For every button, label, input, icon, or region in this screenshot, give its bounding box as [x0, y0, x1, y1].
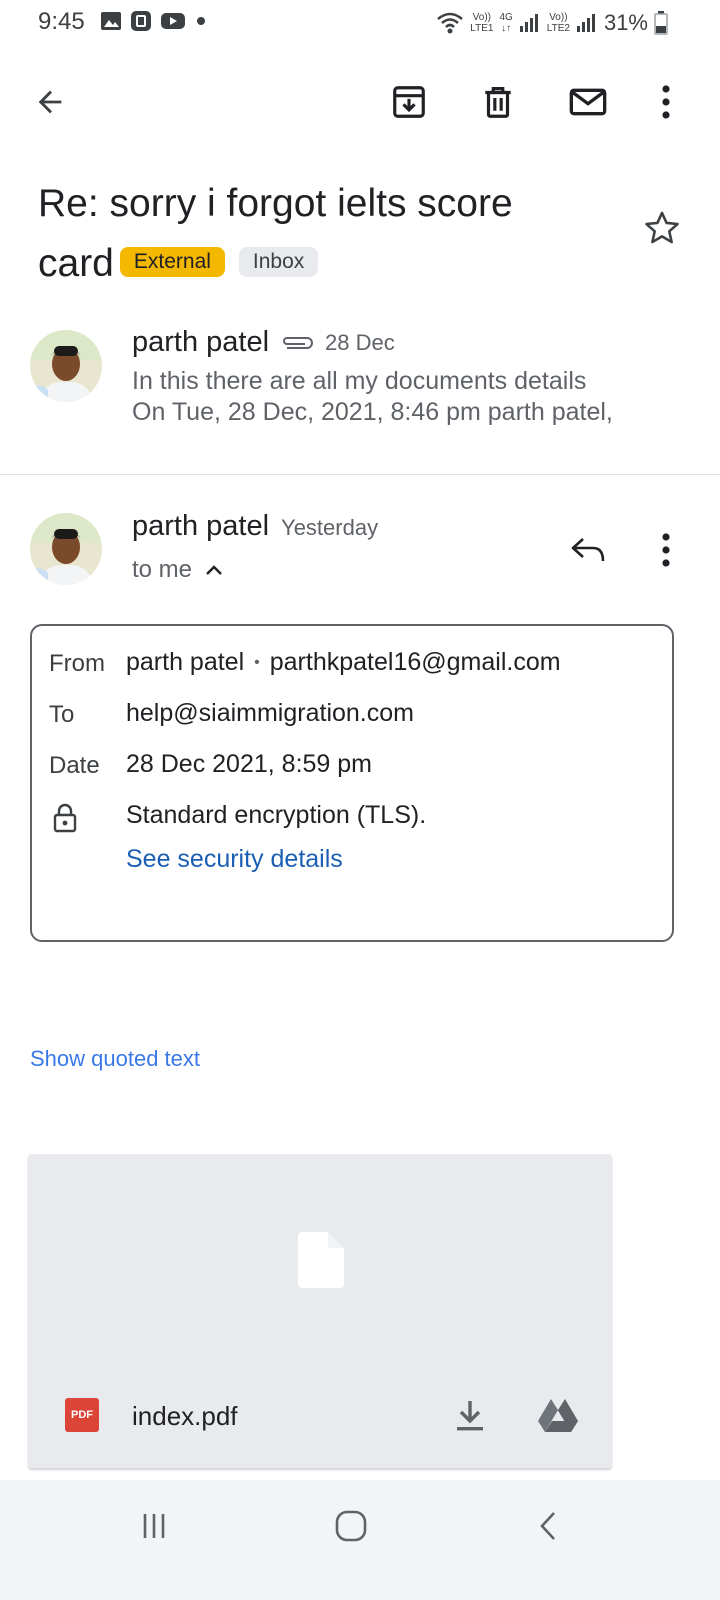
status-right: Vo)) LTE1 4G ↓↑ Vo)) LTE2 31%: [436, 10, 668, 36]
message-date: Yesterday: [281, 515, 379, 540]
dot-icon: [197, 17, 205, 25]
message-snippet: In this there are all my documents detai…: [132, 366, 613, 428]
drive-icon: [538, 1399, 578, 1432]
subject-line-1: Re: sorry i forgot ielts score: [38, 182, 513, 225]
sender-name: parth patel: [132, 326, 270, 358]
snippet-line-1: In this there are all my documents detai…: [132, 367, 587, 395]
back-nav-button[interactable]: [520, 1498, 576, 1554]
pdf-icon: PDF: [65, 1398, 99, 1432]
date-value: 28 Dec 2021, 8:59 pm: [126, 750, 372, 778]
attachment-clip-icon: [283, 336, 313, 349]
date-label: Date: [49, 752, 100, 779]
more-options-button[interactable]: [638, 74, 694, 130]
back-button[interactable]: [22, 74, 78, 130]
recent-apps-icon: [143, 1514, 165, 1538]
security-details-link[interactable]: See security details: [126, 845, 343, 874]
more-vert-icon: [662, 533, 670, 567]
message-details-panel: From parth patel • parthkpatel16@gmail.c…: [30, 624, 674, 942]
from-label: From: [49, 650, 105, 677]
message-date: 28 Dec: [325, 329, 395, 355]
recent-apps-button[interactable]: [126, 1498, 182, 1554]
home-button[interactable]: [323, 1498, 379, 1554]
avatar-photo-icon: [30, 330, 102, 402]
app-icon: [131, 11, 151, 31]
pdf-badge-label: PDF: [71, 1409, 93, 1421]
delete-button[interactable]: [470, 74, 526, 130]
from-email: parthkpatel16@gmail.com: [269, 648, 561, 676]
email-subject: Re: sorry i forgot ielts score card Exter…: [38, 174, 608, 294]
attachment-card[interactable]: PDF index.pdf: [28, 1154, 612, 1468]
star-button[interactable]: [634, 200, 690, 256]
reply-button[interactable]: [560, 522, 616, 578]
status-bar: 9:45 Vo)) LTE1 4G ↓↑ Vo)) LTE2 31%: [0, 0, 720, 44]
gallery-icon: [101, 12, 121, 30]
show-quoted-text-link[interactable]: Show quoted text: [30, 1046, 200, 1072]
star-outline-icon: [645, 211, 679, 244]
trash-icon: [485, 86, 511, 118]
recipient-summary: to me: [132, 556, 193, 583]
wifi-icon: [437, 12, 464, 34]
separator-dot: •: [254, 653, 260, 671]
archive-button[interactable]: [381, 74, 437, 130]
download-button[interactable]: [442, 1387, 498, 1443]
network-label: 4G ↓↑: [499, 12, 513, 34]
to-value: help@siaimmigration.com: [126, 699, 414, 727]
encryption-text: Standard encryption (TLS).: [126, 801, 427, 829]
lte2-label: Vo)) LTE2: [546, 12, 570, 34]
message-header: parth patel 28 Dec: [132, 326, 395, 359]
lock-icon: [53, 803, 77, 833]
from-value: parth patel • parthkpatel16@gmail.com: [126, 648, 561, 677]
more-vert-icon: [662, 85, 670, 119]
label-inbox-chip[interactable]: Inbox: [238, 246, 319, 277]
youtube-icon: [161, 13, 185, 29]
avatar: [30, 330, 102, 402]
avatar-photo-icon: [30, 513, 102, 585]
save-to-drive-button[interactable]: [530, 1387, 586, 1443]
chevron-up-icon: [206, 565, 222, 575]
battery-percent: 31%: [603, 10, 648, 35]
signal-icon-2: [576, 14, 595, 32]
snippet-line-2: On Tue, 28 Dec, 2021, 8:46 pm parth pate…: [132, 398, 613, 426]
message-more-button[interactable]: [638, 522, 694, 578]
arrow-back-icon: [38, 90, 62, 114]
recipient-toggle[interactable]: to me: [132, 556, 224, 584]
to-label: To: [49, 701, 75, 728]
status-time: 9:45: [38, 8, 85, 35]
chevron-left-icon: [540, 1512, 555, 1540]
label-external-chip: External: [119, 246, 225, 277]
archive-icon: [393, 86, 425, 118]
reply-icon: [571, 538, 605, 562]
thread-message-collapsed[interactable]: parth patel 28 Dec In this there are all…: [0, 310, 720, 460]
divider: [0, 474, 720, 475]
mark-unread-button[interactable]: [560, 74, 616, 130]
battery-icon: [654, 11, 668, 35]
message-header-expanded: parth patel Yesterday: [132, 510, 378, 543]
sender-name: parth patel: [132, 510, 270, 542]
notification-icons: [100, 10, 208, 32]
mail-icon: [569, 88, 607, 116]
system-navigation-bar: [0, 1480, 720, 1600]
home-icon: [335, 1510, 367, 1542]
attachment-filename: index.pdf: [132, 1401, 238, 1431]
download-icon: [457, 1401, 483, 1431]
file-icon: [298, 1232, 344, 1288]
signal-icon: [519, 14, 538, 32]
lte1-label: Vo)) LTE1: [470, 12, 494, 34]
from-name: parth patel: [126, 648, 245, 676]
avatar: [30, 513, 102, 585]
subject-line-2: card: [38, 242, 114, 285]
